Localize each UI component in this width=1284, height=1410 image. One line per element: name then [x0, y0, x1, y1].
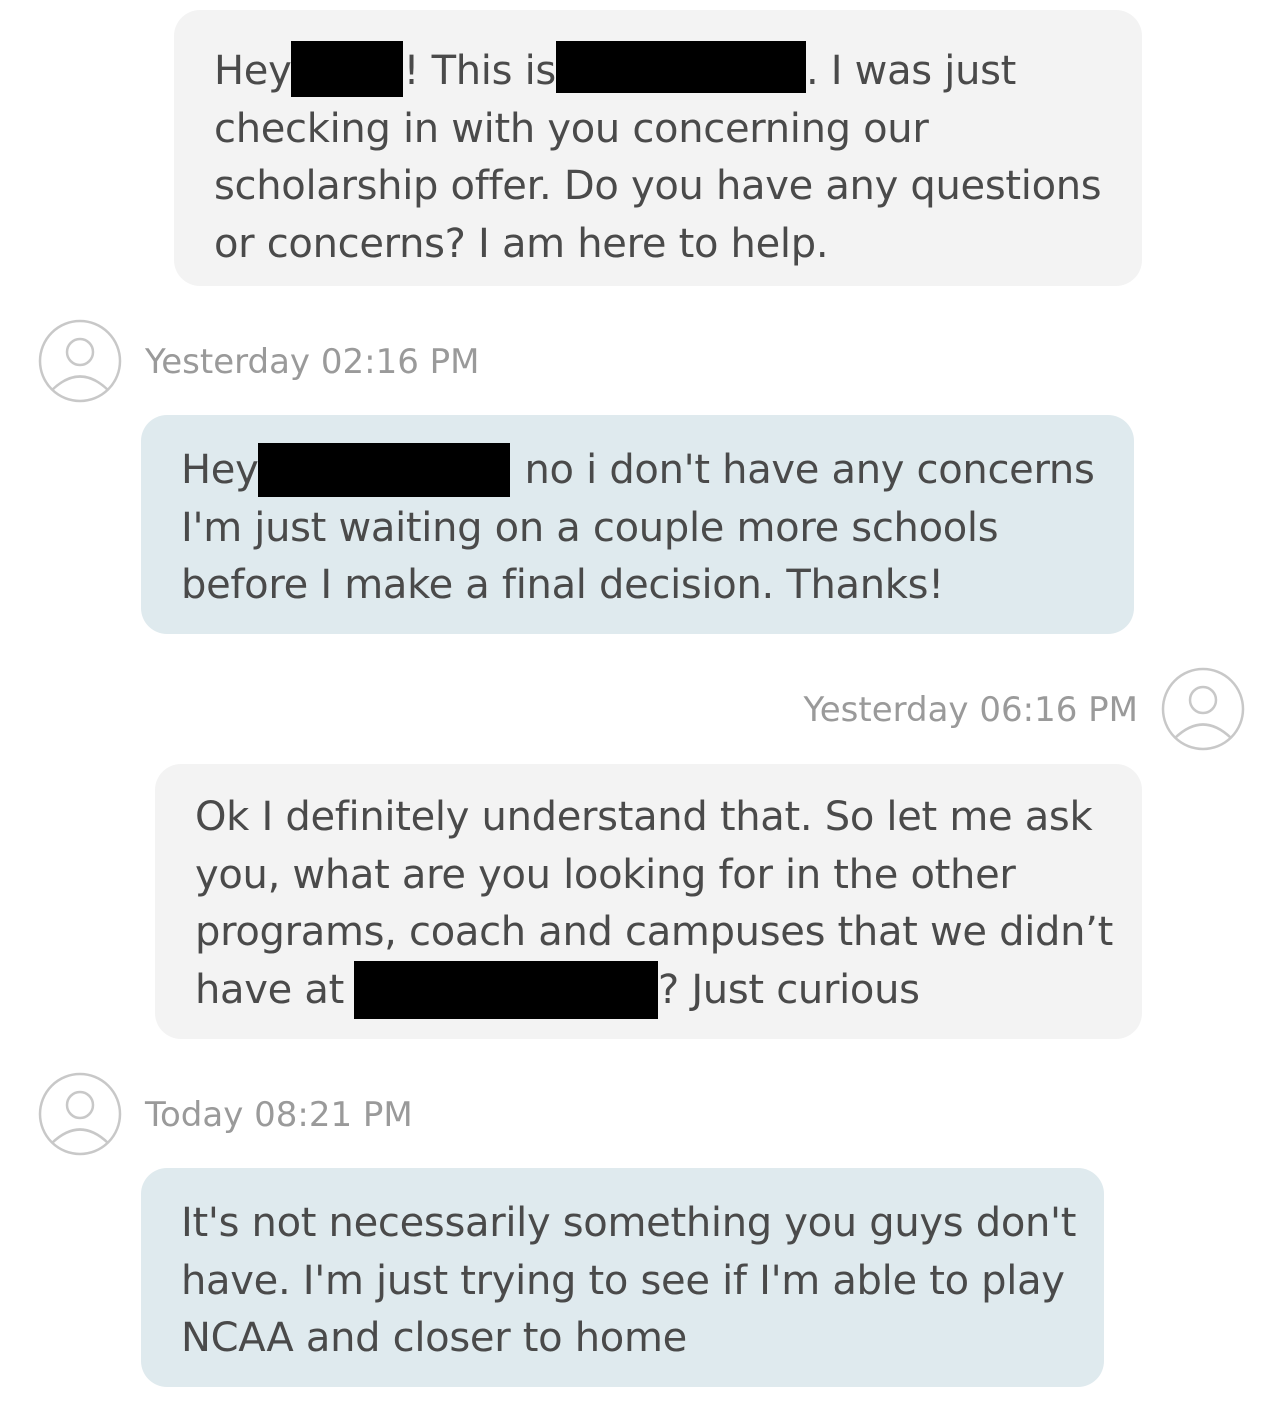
message-line: programs, coach and campuses that we did…: [195, 909, 1113, 955]
message-line: Hey ! This is . I was just: [214, 41, 1142, 101]
message-line: have. I'm just trying to see if I'm able…: [181, 1257, 1065, 1304]
message-timestamp: Yesterday 02:16 PM: [145, 342, 480, 382]
message-timestamp: Today 08:21 PM: [145, 1095, 413, 1135]
message-line: I'm just waiting on a couple more school…: [181, 504, 999, 551]
message-line: or concerns? I am here to help.: [214, 220, 829, 267]
redacted-block: [555, 41, 806, 93]
message-line: checking in with you concerning our: [214, 105, 929, 152]
redacted-block: [258, 443, 511, 497]
message-text: ! This is: [403, 48, 556, 94]
message-line: have at ? Just curious: [195, 960, 1142, 1020]
message-line: It's not necessarily something you guys …: [181, 1200, 1077, 1246]
message-text: . I was just: [805, 48, 1017, 94]
message-line: NCAA and closer to home: [181, 1315, 687, 1361]
message-text: ? Just curious: [657, 966, 920, 1013]
message-bubble-incoming: Hey no i don't have any concerns I'm just…: [141, 415, 1134, 634]
message-text: Hey: [214, 48, 292, 94]
message-line: Ok I definitely understand that. So let …: [195, 794, 1093, 840]
user-avatar-icon[interactable]: [38, 1072, 122, 1156]
redacted-block: [291, 41, 404, 97]
message-line: Hey no i don't have any concerns: [181, 442, 1134, 500]
message-bubble-outgoing: Ok I definitely understand that. So let …: [155, 764, 1142, 1039]
redacted-block: [353, 960, 658, 1019]
user-avatar-icon[interactable]: [1161, 667, 1245, 751]
message-line: you, what are you looking for in the oth…: [195, 851, 1016, 898]
message-line: before I make a final decision. Thanks!: [181, 562, 944, 608]
message-timestamp: Yesterday 06:16 PM: [803, 690, 1139, 730]
message-text: no i don't have any concerns: [524, 447, 1095, 493]
message-bubble-incoming: It's not necessarily something you guys …: [141, 1168, 1104, 1387]
user-avatar-icon[interactable]: [38, 319, 122, 403]
message-bubble-outgoing: Hey ! This is . I was just checking in wit…: [174, 10, 1142, 286]
message-text: have at: [195, 966, 344, 1013]
message-line: scholarship offer. Do you have any quest…: [214, 163, 1102, 209]
message-text: Hey: [181, 447, 259, 493]
